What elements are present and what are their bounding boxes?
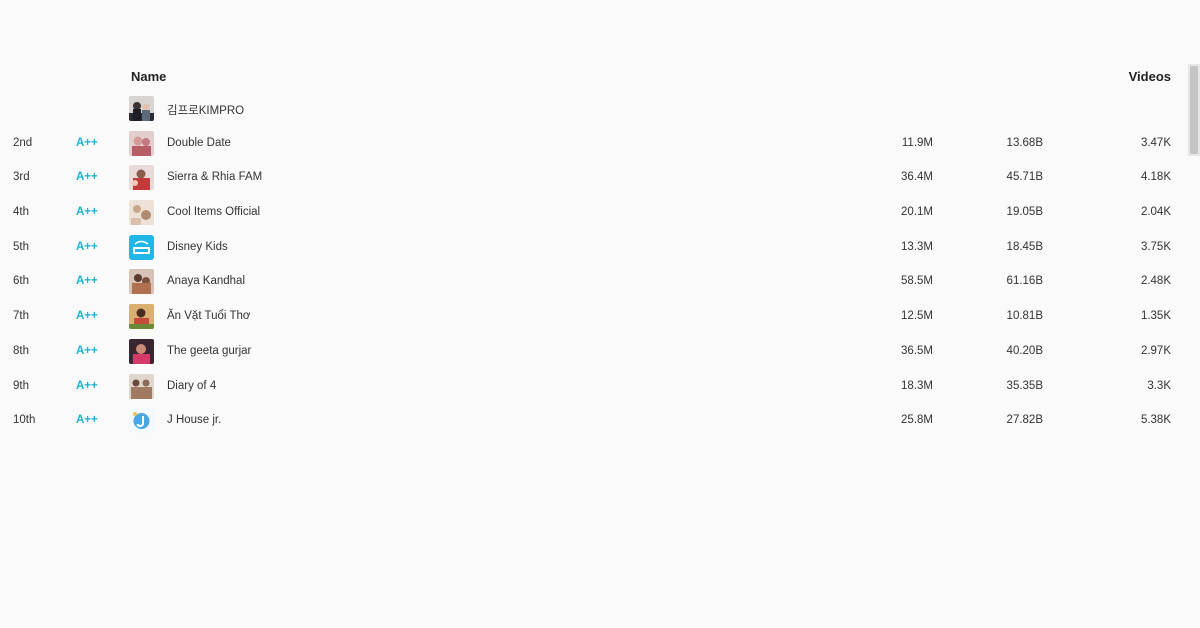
channel-avatar[interactable] xyxy=(129,234,154,260)
channel-name[interactable]: Disney Kids xyxy=(167,241,228,253)
table-row[interactable]: 김프로KIMPRO xyxy=(0,91,1188,126)
grade-badge: A++ xyxy=(76,206,98,219)
subscribers-value: 36.5M xyxy=(901,344,933,357)
column-header-videos[interactable]: Videos xyxy=(1129,69,1171,84)
table-row[interactable]: 2nd A++ Double Date 11.9M 13.68B 3.47K xyxy=(0,126,1188,161)
videos-value: 3.3K xyxy=(1147,379,1171,392)
table-row[interactable]: 6th A++ Anaya Kandhal 58.5M 61.16B 2.48K xyxy=(0,264,1188,299)
table-row[interactable]: 7th A++ Ăn Vặt Tuổi Thơ 12.5M 10.81B 1.3… xyxy=(0,299,1188,334)
table-row[interactable]: 8th A++ The geeta gurjar 36.5M 40.20B 2.… xyxy=(0,334,1188,369)
channel-name[interactable]: Cool Items Official xyxy=(167,206,260,218)
table-header: Name Videos xyxy=(0,66,1188,86)
subscribers-value: 12.5M xyxy=(901,310,933,323)
subscribers-value: 18.3M xyxy=(901,379,933,392)
views-value: 13.68B xyxy=(1006,136,1043,149)
table-row[interactable]: 10th A++ J House jr. 25.8M 27.82B 5.38K xyxy=(0,403,1188,438)
views-value: 35.35B xyxy=(1006,379,1043,392)
channel-avatar[interactable] xyxy=(129,165,154,191)
channel-name[interactable]: Diary of 4 xyxy=(167,380,216,392)
videos-value: 4.18K xyxy=(1140,171,1171,184)
videos-value: 3.47K xyxy=(1140,136,1171,149)
table-row[interactable]: 4th A++ Cool Items Official 20.1M 19.05B… xyxy=(0,195,1188,230)
channel-name[interactable]: Sierra & Rhia FAM xyxy=(167,171,262,183)
rank-label: 2nd xyxy=(13,136,33,149)
views-value: 45.71B xyxy=(1006,171,1043,184)
grade-badge: A++ xyxy=(76,275,98,288)
rank-label: 8th xyxy=(13,344,29,357)
channel-avatar[interactable] xyxy=(129,96,154,121)
grade-badge: A++ xyxy=(76,171,98,184)
grade-badge: A++ xyxy=(76,379,98,392)
views-value: 27.82B xyxy=(1006,414,1043,427)
channel-ranking-page: Name Videos 김프로KIMPRO 2nd A++ Double Dat… xyxy=(0,0,1200,628)
subscribers-value: 58.5M xyxy=(901,275,933,288)
grade-badge: A++ xyxy=(76,344,98,357)
rank-label: 3rd xyxy=(13,171,30,184)
videos-value: 5.38K xyxy=(1140,414,1171,427)
channel-avatar[interactable] xyxy=(129,130,154,156)
channel-name[interactable]: Ăn Vặt Tuổi Thơ xyxy=(167,310,250,322)
videos-value: 2.04K xyxy=(1140,206,1171,219)
videos-value: 3.75K xyxy=(1140,240,1171,253)
column-header-name[interactable]: Name xyxy=(131,69,166,84)
rank-label: 6th xyxy=(13,275,29,288)
table-row[interactable]: 3rd A++ Sierra & Rhia FAM 36.4M 45.71B 4… xyxy=(0,160,1188,195)
ranking-table: 김프로KIMPRO 2nd A++ Double Date 11.9M 13.6… xyxy=(0,91,1188,438)
rank-label: 7th xyxy=(13,310,29,323)
channel-avatar[interactable] xyxy=(129,200,154,226)
views-value: 40.20B xyxy=(1006,344,1043,357)
videos-value: 2.97K xyxy=(1140,344,1171,357)
table-row[interactable]: 9th A++ Diary of 4 18.3M 35.35B 3.3K xyxy=(0,369,1188,404)
channel-name[interactable]: 김프로KIMPRO xyxy=(167,102,244,118)
views-value: 61.16B xyxy=(1006,275,1043,288)
rank-label: 4th xyxy=(13,206,29,219)
subscribers-value: 13.3M xyxy=(901,240,933,253)
grade-badge: A++ xyxy=(76,240,98,253)
channel-name[interactable]: J House jr. xyxy=(167,414,221,426)
views-value: 10.81B xyxy=(1006,310,1043,323)
grade-badge: A++ xyxy=(76,136,98,149)
grade-badge: A++ xyxy=(76,310,98,323)
channel-name[interactable]: Anaya Kandhal xyxy=(167,275,245,287)
views-value: 19.05B xyxy=(1006,206,1043,219)
rank-label: 9th xyxy=(13,379,29,392)
channel-avatar[interactable] xyxy=(129,269,154,295)
table-row[interactable]: 5th A++ Disney Kids 13.3M 18.45B 3.75K xyxy=(0,230,1188,265)
grade-badge: A++ xyxy=(76,414,98,427)
channel-avatar[interactable] xyxy=(129,373,154,399)
channel-name[interactable]: The geeta gurjar xyxy=(167,345,251,357)
scrollbar-thumb[interactable] xyxy=(1190,66,1198,154)
vertical-scrollbar[interactable] xyxy=(1188,64,1200,156)
subscribers-value: 25.8M xyxy=(901,414,933,427)
rank-label: 10th xyxy=(13,414,36,427)
videos-value: 2.48K xyxy=(1140,275,1171,288)
channel-name[interactable]: Double Date xyxy=(167,137,231,149)
subscribers-value: 20.1M xyxy=(901,206,933,219)
channel-avatar[interactable] xyxy=(129,408,154,434)
views-value: 18.45B xyxy=(1006,240,1043,253)
videos-value: 1.35K xyxy=(1140,310,1171,323)
rank-label: 5th xyxy=(13,240,29,253)
subscribers-value: 11.9M xyxy=(901,136,933,149)
subscribers-value: 36.4M xyxy=(901,171,933,184)
channel-avatar[interactable] xyxy=(129,304,154,330)
channel-avatar[interactable] xyxy=(129,338,154,364)
